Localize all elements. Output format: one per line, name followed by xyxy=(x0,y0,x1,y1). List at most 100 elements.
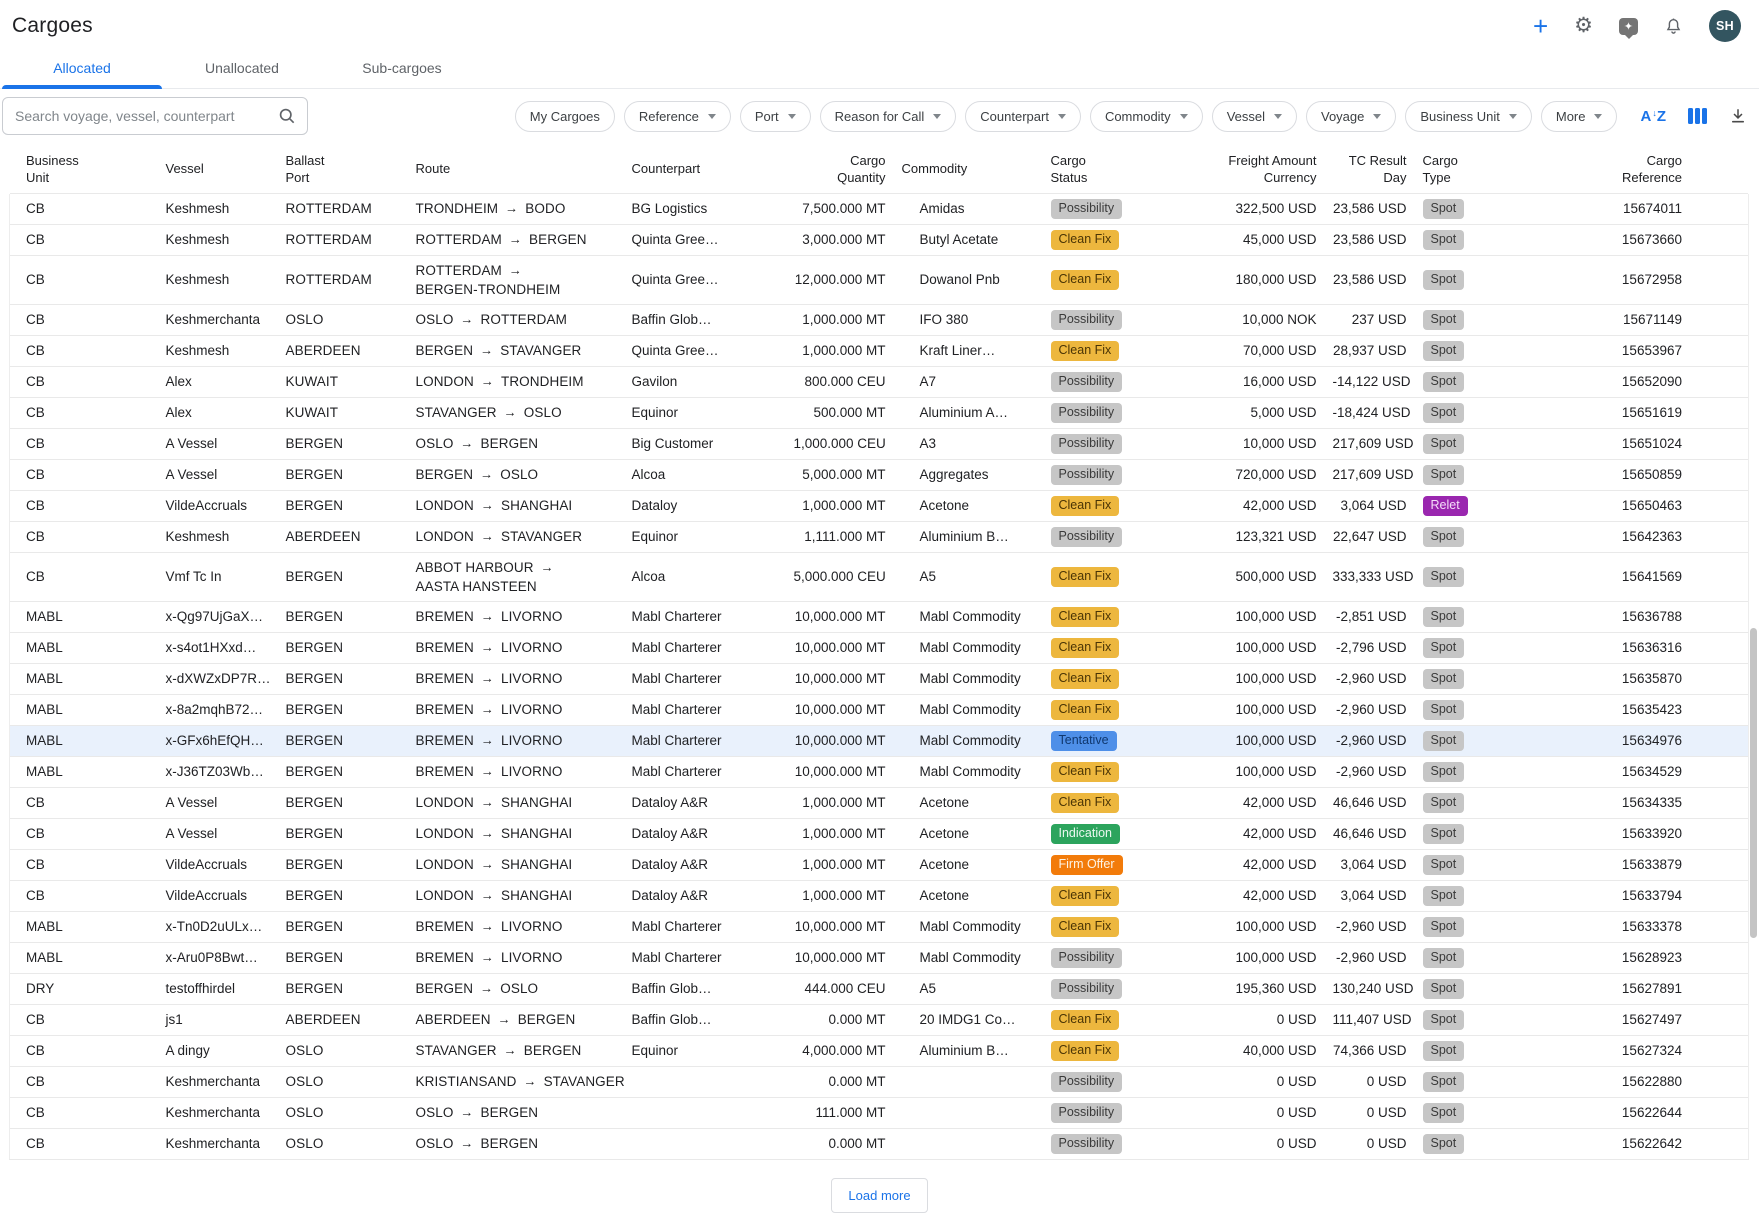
cell-business-unit: MABL xyxy=(10,663,158,694)
table-row[interactable]: MABLx-8a2mqhB72…BERGENBREMEN→LIVORNOMabl… xyxy=(10,694,1749,725)
column-header-cargo-status[interactable]: CargoStatus xyxy=(1043,145,1193,193)
table-row[interactable]: CBVildeAccrualsBERGENLONDON→SHANGHAIData… xyxy=(10,849,1749,880)
table-row[interactable]: CBVmf Tc InBERGENABBOT HARBOUR→AASTA HAN… xyxy=(10,552,1749,601)
load-more-button[interactable]: Load more xyxy=(831,1178,927,1213)
cell-counterpart: Quinta Gree… xyxy=(624,335,786,366)
cell-tc-result-day: 0 USD xyxy=(1325,1128,1415,1159)
cell-cargo-type: Spot xyxy=(1415,459,1605,490)
cell-tc-result-day: -2,960 USD xyxy=(1325,663,1415,694)
cell-commodity: Aluminium B… xyxy=(912,521,1043,552)
table-row[interactable]: MABLx-Aru0P8Bwt…BERGENBREMEN→LIVORNOMabl… xyxy=(10,942,1749,973)
cell-ballast-port: BERGEN xyxy=(278,880,408,911)
table-body: CBKeshmeshROTTERDAMTRONDHEIM→BODOBG Logi… xyxy=(10,193,1749,1159)
search-box[interactable] xyxy=(2,97,308,135)
cargo-type-badge: Spot xyxy=(1423,567,1465,587)
table-row[interactable]: CBA VesselBERGENBERGEN→OSLOAlcoa5,000.00… xyxy=(10,459,1749,490)
cell-spacer xyxy=(894,428,912,459)
table-row[interactable]: CBKeshmerchantaOSLOOSLO→BERGEN111.000 MT… xyxy=(10,1097,1749,1128)
cell-cargo-quantity: 500.000 MT xyxy=(786,397,894,428)
cell-freight-amount: 100,000 USD xyxy=(1193,942,1325,973)
table-row[interactable]: CBA VesselBERGENLONDON→SHANGHAIDataloy A… xyxy=(10,818,1749,849)
table-row[interactable]: MABLx-Qg97UjGaX…BERGENBREMEN→LIVORNOMabl… xyxy=(10,601,1749,632)
settings-icon[interactable]: ⚙ xyxy=(1574,16,1593,36)
columns-icon[interactable] xyxy=(1688,108,1707,124)
column-header-tc-result-day[interactable]: TC ResultDay xyxy=(1325,145,1415,193)
tab-sub-cargoes[interactable]: Sub-cargoes xyxy=(322,48,482,88)
filter-chip-reason-for-call[interactable]: Reason for Call xyxy=(820,101,957,132)
table-row[interactable]: CBKeshmeshROTTERDAMROTTERDAM→BERGENQuint… xyxy=(10,224,1749,255)
column-header-cargo-type[interactable]: CargoType xyxy=(1415,145,1605,193)
cell-spacer xyxy=(894,787,912,818)
cell-vessel: A Vessel xyxy=(158,459,278,490)
filter-chip-counterpart[interactable]: Counterpart xyxy=(965,101,1081,132)
table-row[interactable]: CBKeshmerchantaOSLOOSLO→BERGEN0.000 MTPo… xyxy=(10,1128,1749,1159)
filter-chip-vessel[interactable]: Vessel xyxy=(1212,101,1297,132)
cell-business-unit: CB xyxy=(10,428,158,459)
table-row[interactable]: CBKeshmeshABERDEENBERGEN→STAVANGERQuinta… xyxy=(10,335,1749,366)
cell-spacer xyxy=(894,880,912,911)
cell-cargo-type: Spot xyxy=(1415,397,1605,428)
table-row[interactable]: CBKeshmerchantaOSLOKRISTIANSAND→STAVANGE… xyxy=(10,1066,1749,1097)
table-row[interactable]: DRYtestoffhirdelBERGENBERGEN→OSLOBaffin … xyxy=(10,973,1749,1004)
cell-cargo-status: Clean Fix xyxy=(1043,632,1193,663)
table-row[interactable]: MABLx-dXWZxDP7R…BERGENBREMEN→LIVORNOMabl… xyxy=(10,663,1749,694)
cell-commodity: Mabl Commodity xyxy=(912,725,1043,756)
table-row[interactable]: MABLx-s4ot1HXxd…BERGENBREMEN→LIVORNOMabl… xyxy=(10,632,1749,663)
cell-cargo-quantity: 0.000 MT xyxy=(786,1004,894,1035)
cell-vessel: VildeAccruals xyxy=(158,490,278,521)
filter-chip-more[interactable]: More xyxy=(1541,101,1618,132)
cell-freight-amount: 42,000 USD xyxy=(1193,880,1325,911)
table-row[interactable]: CBVildeAccrualsBERGENLONDON→SHANGHAIData… xyxy=(10,490,1749,521)
table-row[interactable]: CBKeshmeshROTTERDAMTRONDHEIM→BODOBG Logi… xyxy=(10,193,1749,224)
feedback-icon[interactable]: ✦ xyxy=(1619,18,1638,35)
sort-az-icon[interactable]: A↓Z xyxy=(1640,108,1666,125)
vertical-scrollbar[interactable] xyxy=(1750,628,1757,938)
table-row[interactable]: CBjs1ABERDEENABERDEEN→BERGENBaffin Glob…… xyxy=(10,1004,1749,1035)
table-row[interactable]: CBVildeAccrualsBERGENLONDON→SHANGHAIData… xyxy=(10,880,1749,911)
cell-commodity xyxy=(912,1097,1043,1128)
filter-chip-business-unit[interactable]: Business Unit xyxy=(1405,101,1531,132)
filter-chip-commodity[interactable]: Commodity xyxy=(1090,101,1203,132)
table-row[interactable]: CBKeshmeshROTTERDAMROTTERDAM→BERGEN-TRON… xyxy=(10,255,1749,304)
table-row[interactable]: CBKeshmeshABERDEENLONDON→STAVANGEREquino… xyxy=(10,521,1749,552)
table-row[interactable]: MABLx-J36TZ03Wb…BERGENBREMEN→LIVORNOMabl… xyxy=(10,756,1749,787)
tab-allocated[interactable]: Allocated xyxy=(2,48,162,88)
notifications-bell-icon[interactable] xyxy=(1664,16,1683,36)
cell-spacer xyxy=(894,335,912,366)
table-row[interactable]: CBAlexKUWAITLONDON→TRONDHEIMGavilon800.0… xyxy=(10,366,1749,397)
column-header-cargo-quantity[interactable]: CargoQuantity xyxy=(786,145,894,193)
column-header-ballast-port[interactable]: BallastPort xyxy=(278,145,408,193)
cell-route: ROTTERDAM→BERGEN-TRONDHEIM xyxy=(408,255,624,304)
filter-chip-port[interactable]: Port xyxy=(740,101,811,132)
cell-ballast-port: ABERDEEN xyxy=(278,335,408,366)
filter-chip-my-cargoes[interactable]: My Cargoes xyxy=(515,101,615,132)
add-button[interactable]: + xyxy=(1533,16,1548,36)
cell-vessel: VildeAccruals xyxy=(158,849,278,880)
column-header-route[interactable]: Route xyxy=(408,145,624,193)
column-header-freight-amount-currency[interactable]: Freight AmountCurrency xyxy=(1193,145,1325,193)
column-header-cargo-reference[interactable]: CargoReference xyxy=(1605,145,1749,193)
column-header-vessel[interactable]: Vessel xyxy=(158,145,278,193)
table-row[interactable]: CBAlexKUWAITSTAVANGER→OSLOEquinor500.000… xyxy=(10,397,1749,428)
cell-business-unit: DRY xyxy=(10,973,158,1004)
search-input[interactable] xyxy=(15,108,277,124)
table-row[interactable]: CBA VesselBERGENOSLO→BERGENBig Customer1… xyxy=(10,428,1749,459)
column-header-business-unit[interactable]: BusinessUnit xyxy=(10,145,158,193)
tab-unallocated[interactable]: Unallocated xyxy=(162,48,322,88)
cell-spacer xyxy=(894,849,912,880)
cell-route: KRISTIANSAND→STAVANGER xyxy=(408,1066,624,1097)
filter-chip-voyage[interactable]: Voyage xyxy=(1306,101,1396,132)
table-row[interactable]: CBKeshmerchantaOSLOOSLO→ROTTERDAMBaffin … xyxy=(10,304,1749,335)
avatar[interactable]: SH xyxy=(1709,10,1741,42)
column-header-commodity[interactable]: Commodity xyxy=(894,145,1043,193)
table-row[interactable]: CBA dingyOSLOSTAVANGER→BERGENEquinor4,00… xyxy=(10,1035,1749,1066)
table-row[interactable]: CBA VesselBERGENLONDON→SHANGHAIDataloy A… xyxy=(10,787,1749,818)
column-header-counterpart[interactable]: Counterpart xyxy=(624,145,786,193)
filter-chip-reference[interactable]: Reference xyxy=(624,101,731,132)
status-badge: Indication xyxy=(1051,824,1121,844)
cell-cargo-status: Clean Fix xyxy=(1043,224,1193,255)
download-icon[interactable] xyxy=(1729,107,1747,125)
table-row[interactable]: MABLx-Tn0D2uULx…BERGENBREMEN→LIVORNOMabl… xyxy=(10,911,1749,942)
cell-commodity: A5 xyxy=(912,552,1043,601)
table-row[interactable]: MABLx-GFx6hEfQH…BERGENBREMEN→LIVORNOMabl… xyxy=(10,725,1749,756)
